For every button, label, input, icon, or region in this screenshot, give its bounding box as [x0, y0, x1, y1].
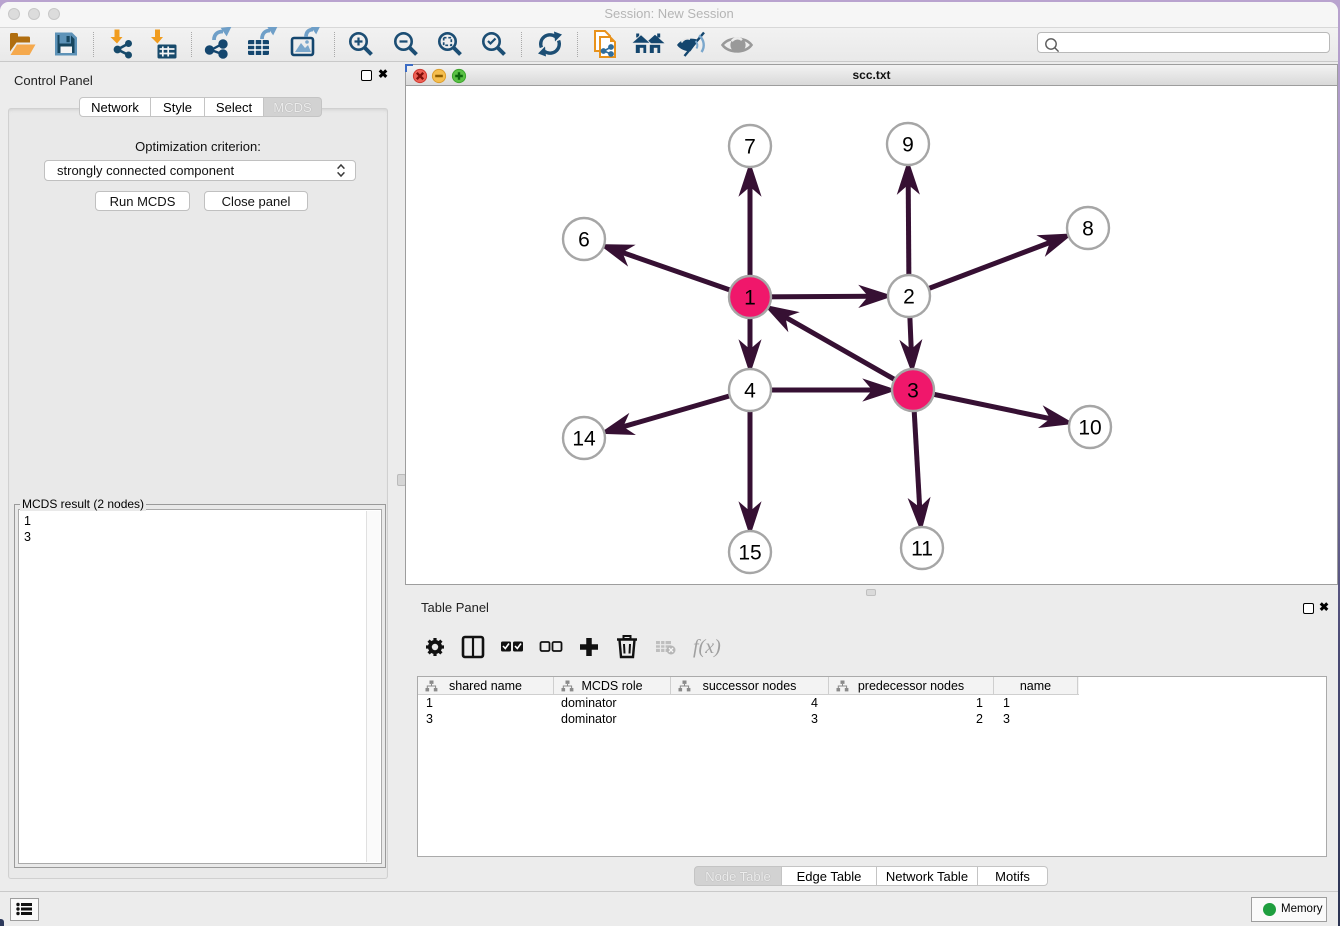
svg-text:15: 15 — [738, 542, 761, 565]
svg-text:6: 6 — [578, 229, 590, 252]
svg-text:7: 7 — [744, 136, 756, 159]
svg-text:10: 10 — [1078, 417, 1101, 440]
svg-text:1: 1 — [744, 287, 756, 310]
svg-text:4: 4 — [744, 380, 756, 403]
svg-text:14: 14 — [572, 428, 596, 451]
svg-text:11: 11 — [911, 538, 933, 561]
svg-text:9: 9 — [902, 134, 914, 157]
svg-text:8: 8 — [1082, 218, 1094, 241]
svg-text:f(x): f(x) — [693, 636, 721, 658]
svg-text:3: 3 — [907, 380, 919, 403]
svg-text:2: 2 — [903, 286, 915, 309]
